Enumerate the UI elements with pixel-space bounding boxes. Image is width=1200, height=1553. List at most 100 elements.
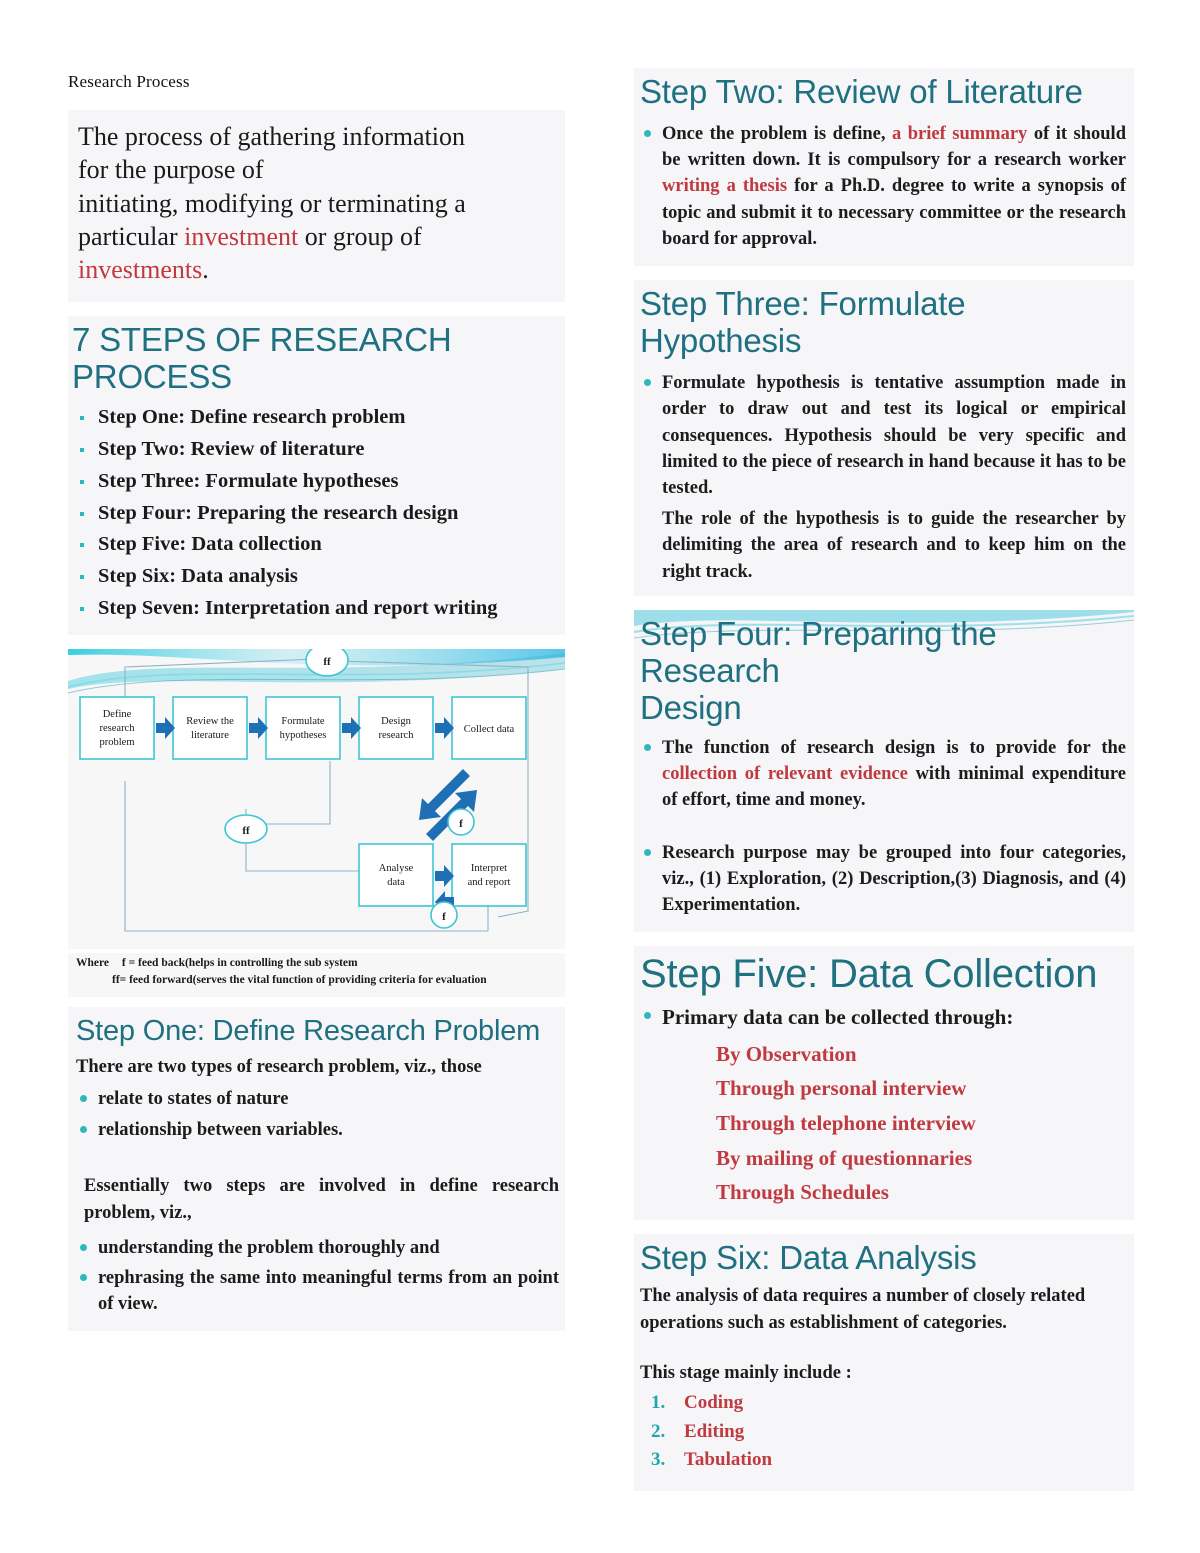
step-four-heading: Step Four: Preparing the Research Design: [640, 614, 1126, 727]
step-two-highlight-2: writing a thesis: [662, 176, 788, 197]
flowchart-box-label: Design: [381, 716, 411, 727]
flowchart-box-label: Interpret: [471, 863, 507, 874]
legend-line-1: f = feed back(helps in controlling the s…: [121, 956, 358, 969]
list-item: The function of research design is to pr…: [640, 735, 1126, 814]
flowchart-node-label: f: [442, 911, 446, 923]
intro-slide: The process of gathering information for…: [68, 110, 565, 303]
step-two-slide: Step Two: Review of Literature Once the …: [634, 68, 1134, 267]
intro-line-3: initiating, modifying or terminating a: [78, 188, 466, 218]
list-item: Coding: [670, 1389, 1126, 1418]
step-two-heading: Step Two: Review of Literature: [640, 73, 1083, 110]
intro-highlight-investments: investments: [78, 255, 203, 285]
list-item: understanding the problem thoroughly and: [76, 1235, 559, 1261]
step-two-highlight-1: a brief summary: [892, 123, 1028, 144]
flowchart-node-label: ff: [323, 656, 331, 668]
list-item: By Observation: [716, 1041, 857, 1066]
step-six-intro: This stage mainly include :: [640, 1363, 852, 1384]
page-title: Research Process: [68, 72, 190, 91]
step-six-heading: Step Six: Data Analysis: [640, 1238, 977, 1276]
step-four-highlight: collection of relevant evidence: [662, 764, 908, 785]
list-item: By mailing of questionnaries: [716, 1145, 973, 1170]
list-item-label: Coding: [684, 1392, 744, 1414]
step-four-heading-line-2: Design: [640, 688, 742, 726]
list-item: rephrasing the same into meaningful term…: [76, 1265, 559, 1318]
legend-line-2: ff= feed forward(serves the vital functi…: [112, 973, 487, 986]
flowchart-slide: Define research problem Review the liter…: [68, 648, 565, 998]
list-item: Step Two: Review of literature: [72, 434, 559, 466]
step-three-heading: Step Three: Formulate Hypothesis: [640, 285, 966, 360]
flowchart-legend: Where f = feed back(helps in controlling…: [68, 952, 565, 998]
step-one-para: Essentially two steps are involved in de…: [84, 1175, 559, 1223]
step-one-bullets: relate to states of nature relationship …: [76, 1086, 559, 1143]
list-item: Tabulation: [670, 1446, 1126, 1475]
list-item: Step Seven: Interpretation and report wr…: [72, 593, 559, 625]
intro-line-2: for the purpose of: [78, 155, 264, 185]
step-one-slide: Step One: Define Research Problem There …: [68, 1007, 565, 1332]
intro-line-5b: .: [202, 255, 209, 285]
seven-steps-heading: 7 STEPS OF RESEARCH PROCESS: [72, 321, 452, 396]
right-column: Step Two: Review of Literature Once the …: [634, 68, 1134, 1505]
intro-highlight-investment: investment: [184, 221, 299, 251]
step-six-slide: Step Six: Data Analysis The analysis of …: [634, 1233, 1134, 1491]
step-six-list: Coding Editing Tabulation: [640, 1389, 1126, 1475]
intro-line-4a: particular: [78, 221, 185, 251]
legend-lead: Where: [76, 956, 110, 969]
step-one-heading: Step One: Define Research Problem: [76, 1015, 541, 1048]
flowchart-box-label: Collect data: [464, 724, 515, 735]
research-process-flowchart: Define research problem Review the liter…: [68, 648, 565, 949]
seven-steps-list: Step One: Define research problem Step T…: [72, 402, 559, 624]
list-item: Step Four: Preparing the research design: [72, 498, 559, 530]
list-item: Through Schedules: [716, 1180, 889, 1205]
step-five-slide: Step Five: Data Collection Primary data …: [634, 946, 1134, 1220]
list-item: Through telephone interview: [716, 1110, 976, 1135]
list-item: Formulate hypothesis is tentative assump…: [640, 370, 1126, 501]
step-four-heading-line-1: Step Four: Preparing the Research: [640, 614, 997, 689]
list-item: Step Five: Data collection: [72, 529, 559, 561]
list-item-label: Tabulation: [684, 1449, 773, 1471]
flowchart-svg: Define research problem Review the liter…: [68, 648, 565, 949]
list-item: Once the problem is define, a brief summ…: [640, 121, 1126, 252]
list-item: relate to states of nature: [76, 1086, 559, 1112]
list-item: Step Six: Data analysis: [72, 561, 559, 593]
list-item: Research purpose may be grouped into fou…: [640, 840, 1126, 919]
step-four-b1-a: The function of research design is to pr…: [662, 737, 1126, 758]
step-five-bullets: Primary data can be collected through:: [640, 1003, 1126, 1032]
step-five-methods: By Observation Through personal intervie…: [640, 1037, 1126, 1210]
flowchart-box-label: problem: [100, 737, 135, 748]
list-item: Step One: Define research problem: [72, 402, 559, 434]
step-three-bullets: Formulate hypothesis is tentative assump…: [640, 370, 1126, 501]
list-item: Step Three: Formulate hypotheses: [72, 466, 559, 498]
flowchart-box-label: hypotheses: [280, 730, 327, 741]
flowchart-box-label: research: [100, 723, 136, 734]
flowchart-box-label: Review the: [186, 716, 234, 727]
flowchart-box-label: literature: [191, 730, 229, 741]
intro-text: The process of gathering information for…: [72, 112, 561, 296]
step-one-intro: There are two types of research problem,…: [76, 1056, 482, 1077]
step-six-para: The analysis of data requires a number o…: [640, 1285, 1086, 1333]
step-four-slide: Step Four: Preparing the Research Design…: [634, 609, 1134, 933]
step-three-red-note: The role of the hypothesis is to guide t…: [662, 508, 1126, 583]
left-column: The process of gathering information for…: [68, 110, 565, 1345]
step-two-bullets: Once the problem is define, a brief summ…: [640, 121, 1126, 252]
seven-steps-slide: 7 STEPS OF RESEARCH PROCESS Step One: De…: [68, 316, 565, 635]
list-item: relationship between variables.: [76, 1117, 559, 1143]
list-item: Editing: [670, 1418, 1126, 1447]
step-two-body-a: Once the problem is define,: [662, 123, 893, 144]
flowchart-node-label: f: [459, 818, 463, 830]
flowchart-box-label: Define: [103, 709, 132, 720]
document-page: Research Process The process of gatherin…: [0, 0, 1200, 1553]
flowchart-box-label: Formulate: [281, 716, 324, 727]
step-four-bullets: The function of research design is to pr…: [640, 735, 1126, 919]
flowchart-node-label: ff: [242, 825, 250, 837]
flowchart-box-label: and report: [468, 877, 511, 888]
list-item: Through personal interview: [716, 1076, 967, 1101]
step-one-bullets-2: understanding the problem thoroughly and…: [76, 1235, 559, 1318]
flowchart-box-label: Analyse: [379, 863, 414, 874]
intro-line-4b: or group of: [298, 221, 422, 251]
step-five-heading: Step Five: Data Collection: [640, 952, 1098, 997]
list-item: Primary data can be collected through:: [640, 1003, 1126, 1032]
list-item-label: Editing: [684, 1420, 745, 1442]
flowchart-box-label: research: [379, 730, 415, 741]
step-three-slide: Step Three: Formulate Hypothesis Formula…: [634, 280, 1134, 596]
intro-line-1: The process of gathering information: [78, 122, 465, 151]
